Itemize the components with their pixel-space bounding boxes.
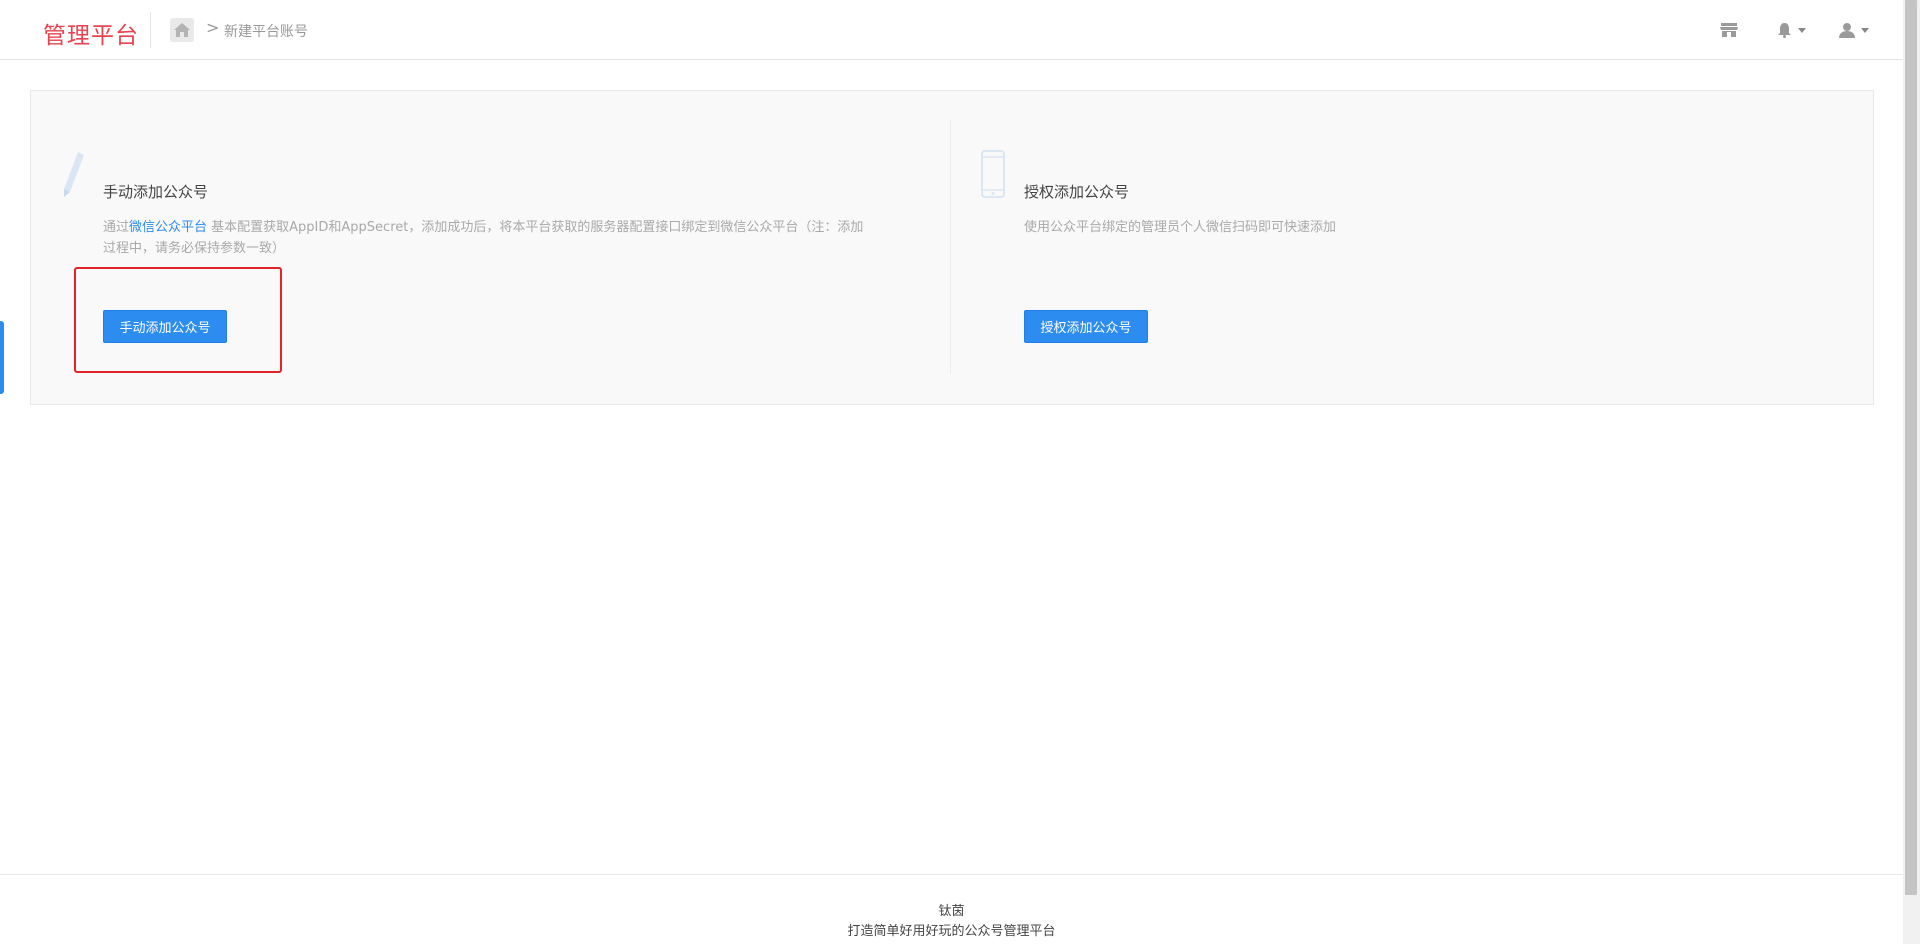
pencil-icon	[60, 150, 86, 202]
manual-desc-rest: 基本配置获取AppID和AppSecret，添加成功后，将本平台获取的服务器配置…	[207, 220, 864, 235]
store-icon[interactable]	[1720, 18, 1738, 42]
manual-desc-line2: 过程中，请务必保持参数一致）	[103, 241, 286, 256]
header-divider	[150, 12, 151, 48]
phone-icon	[981, 150, 1005, 202]
manual-desc-prefix: 通过	[103, 220, 130, 235]
breadcrumb-separator: >	[206, 18, 220, 37]
authorize-add-button[interactable]: 授权添加公众号	[1024, 310, 1148, 343]
footer-divider	[0, 874, 1903, 875]
scrollbar-thumb[interactable]	[1905, 0, 1917, 895]
bell-icon[interactable]	[1777, 18, 1806, 42]
chevron-down-icon	[1798, 27, 1806, 33]
chevron-down-icon	[1861, 27, 1869, 33]
app-logo[interactable]: 管理平台	[43, 16, 139, 50]
sidebar-toggle[interactable]	[0, 321, 4, 394]
breadcrumb-current: 新建平台账号	[224, 24, 308, 40]
wechat-platform-link[interactable]: 微信公众平台	[129, 220, 207, 235]
manual-card-desc: 通过微信公众平台 基本配置获取AppID和AppSecret，添加成功后，将本平…	[103, 217, 933, 259]
authorize-card-desc: 使用公众平台绑定的管理员个人微信扫码即可快速添加	[1024, 220, 1337, 235]
top-header: 管理平台 > 新建平台账号	[0, 0, 1903, 60]
user-icon[interactable]	[1839, 18, 1869, 42]
panel-divider	[950, 120, 951, 374]
authorize-card-title: 授权添加公众号	[1024, 183, 1130, 201]
footer-slogan: 打造简单好用好玩的公众号管理平台	[847, 924, 1056, 939]
manual-add-button[interactable]: 手动添加公众号	[103, 310, 227, 343]
manual-card-title: 手动添加公众号	[103, 183, 209, 201]
footer-brand: 钛茵	[938, 904, 965, 919]
home-icon[interactable]	[170, 18, 194, 42]
